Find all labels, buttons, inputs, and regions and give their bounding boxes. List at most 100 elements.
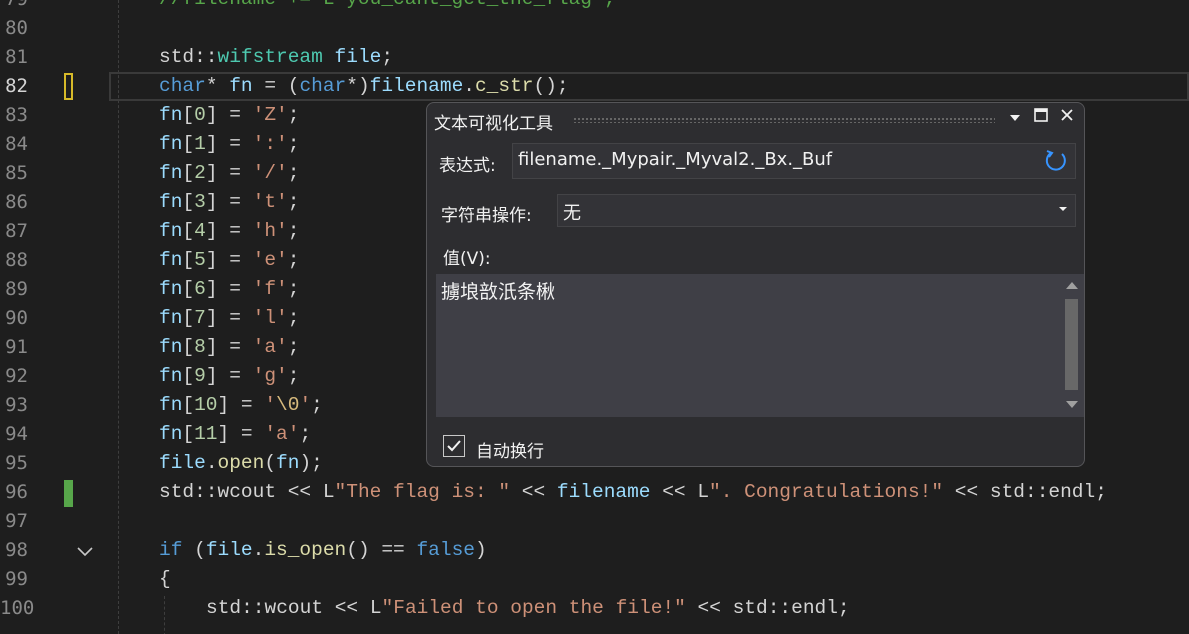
visualizer-title: 文本可视化工具 [434,114,553,134]
code-token: 'e' [252,249,288,271]
code-line[interactable]: 97 [0,507,1189,536]
line-number: 89 [5,278,28,300]
title-drag-grip[interactable] [573,117,995,123]
code-line[interactable]: 98 if (file.is_open() == false) [0,536,1189,565]
code-token: [ [182,220,195,242]
scroll-down-icon[interactable] [1066,401,1078,408]
code-token: 'g' [252,365,288,387]
code-token: [ [182,394,195,416]
code-token: filename [369,75,464,97]
code-token: ; [287,133,300,155]
code-text: fn[0] = 'Z'; [159,101,299,130]
word-wrap-checkbox[interactable] [443,435,465,457]
code-token: ] = [217,423,265,445]
code-token: ); [299,452,323,474]
scroll-thumb[interactable] [1065,299,1078,390]
code-token: if [159,539,183,561]
code-text: //filename += L"you_cant_get_the_flag"; [159,0,615,14]
line-number: 98 [5,539,28,561]
line-number: 85 [5,162,28,184]
refresh-icon[interactable] [1043,148,1069,179]
code-token: ' [264,394,277,416]
code-token: [ [182,249,195,271]
code-token: file [334,46,382,68]
text-visualizer-window[interactable]: 文本可视化工具 表达式: filename._Mypair._Myval2._B… [426,102,1085,467]
code-token: 5 [194,249,206,271]
code-token: [ [182,365,195,387]
string-op-dropdown[interactable]: 无 [557,194,1076,227]
code-token: is_open [264,539,347,561]
word-wrap-label: 自动换行 [476,442,544,462]
expression-field[interactable]: filename._Mypair._Myval2._Bx._Buf [512,143,1076,179]
code-token: ; [287,336,300,358]
code-token: fn [159,191,183,213]
line-number: 82 [5,75,28,97]
line-number: 100 [0,597,35,619]
code-text: fn[7] = 'l'; [159,304,299,333]
code-token: fn [159,220,183,242]
code-text: { [159,565,171,594]
line-number: 99 [5,568,28,590]
code-token: fn [276,452,300,474]
code-line[interactable]: 96 std::wcout << L"The flag is: " << file… [0,478,1189,507]
code-token: . [205,452,218,474]
maximize-icon[interactable] [1030,107,1052,129]
value-scrollbar[interactable] [1062,274,1080,417]
code-text: fn[1] = ':'; [159,130,299,159]
code-line[interactable]: 100 std::wcout << L"Failed to open the fi… [0,594,1189,623]
code-text: fn[6] = 'f'; [159,275,299,304]
code-text: fn[8] = 'a'; [159,333,299,362]
code-token: std:: [206,597,265,619]
line-number: 88 [5,249,28,271]
close-icon[interactable] [1056,107,1078,129]
code-token: file [205,539,253,561]
code-token: << std::endl; [943,481,1107,503]
code-line[interactable]: 80 [0,14,1189,43]
expression-label: 表达式: [439,156,496,176]
code-line[interactable]: 81 std::wifstream file; [0,43,1189,72]
line-number: 80 [5,17,28,39]
code-token: fn [159,365,183,387]
code-token: fn [159,394,183,416]
code-token: fn [159,336,183,358]
scroll-up-icon[interactable] [1066,282,1078,289]
code-token: 't' [252,191,288,213]
code-token: fn [159,307,183,329]
code-token: ] = [205,220,253,242]
line-number: 79 [0,0,28,14]
code-token: wcout [264,597,324,619]
line-number: 94 [5,423,28,445]
code-line[interactable]: 99 { [0,565,1189,594]
code-token: (); [533,75,569,97]
code-token: std:: [159,481,218,503]
code-token: ( [264,452,277,474]
code-token: 'l' [252,307,288,329]
code-token: ] = [205,336,253,358]
line-number: 97 [5,510,28,532]
code-token: [ [182,336,195,358]
code-token: 6 [194,278,206,300]
code-token: ; [381,46,394,68]
code-token: { [159,568,171,590]
code-token: . [463,75,475,97]
line-number: 86 [5,191,28,213]
value-text: 擄埌敨汦条楸 [441,281,556,303]
code-token: ; [287,307,300,329]
code-token: [ [182,307,195,329]
code-token: 'h' [252,220,288,242]
code-text: fn[5] = 'e'; [159,246,299,275]
value-textarea[interactable]: 擄埌敨汦条楸 [436,274,1084,417]
code-token: = ( [252,75,300,97]
code-text: std::wifstream file; [159,43,393,72]
code-token: 10 [194,394,218,416]
line-number: 95 [5,452,28,474]
code-token: "Failed to open the file!" [381,597,686,619]
code-line[interactable]: 79 //filename += L"you_cant_get_the_flag"… [0,0,1189,14]
string-op-value: 无 [563,203,581,224]
code-token: char [159,75,206,97]
code-token: ; [287,104,300,126]
code-text: fn[3] = 't'; [159,188,299,217]
chevron-down-icon[interactable] [1004,107,1026,129]
code-token: std:: [159,46,218,68]
code-line[interactable]: 82 char* fn = (char*)filename.c_str(); [0,72,1189,101]
